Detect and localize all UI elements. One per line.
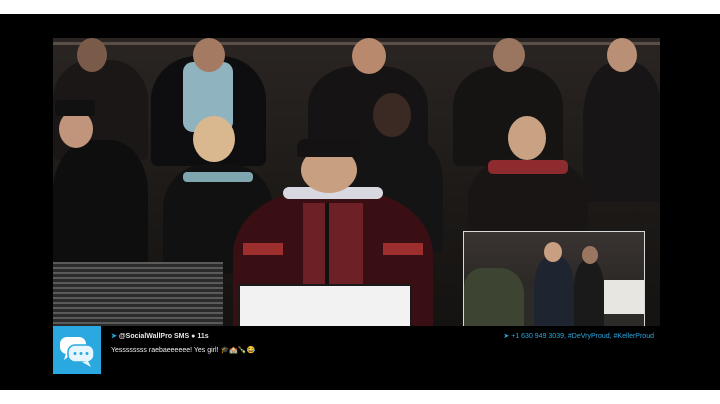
video-frame: ➤ @SocialWallPro SMS ● 11s Yessssssss ra… — [0, 14, 720, 390]
ticker-hashtags: ➤ +1 630 949 3039, #DeVryProud, #KellerP… — [503, 332, 654, 340]
ticker-message-text: Yessssssss raebaeeeeee! Yes girl! — [111, 347, 219, 354]
graduate — [574, 246, 604, 332]
clock-icon: ● — [191, 333, 196, 340]
ticker-message-emojis: 🎓🏫🍾😂 — [220, 347, 256, 354]
telegram-icon: ➤ — [503, 333, 510, 340]
ticker-elapsed: 11s — [197, 333, 209, 340]
graduate — [534, 240, 574, 332]
audience-member — [583, 38, 660, 202]
chat-bubbles-icon — [53, 326, 101, 374]
table — [604, 280, 644, 314]
ticker-message: Yessssssss raebaeeeeee! Yes girl! 🎓🏫🍾😂 — [111, 346, 255, 354]
ticker-hashtags-text: +1 630 949 3039, #DeVryProud, #KellerPro… — [511, 333, 654, 340]
ticker-handle: ➤ @SocialWallPro SMS ● 11s — [111, 332, 209, 340]
microphone — [325, 203, 329, 293]
audience-member — [53, 100, 148, 270]
ticker-handle-text: @SocialWallPro SMS — [118, 333, 190, 340]
social-ticker: ➤ @SocialWallPro SMS ● 11s Yessssssss ra… — [53, 326, 660, 374]
picture-in-picture-feed[interactable] — [463, 231, 645, 333]
livestream-video[interactable] — [53, 38, 660, 342]
telegram-icon: ➤ — [111, 333, 117, 340]
